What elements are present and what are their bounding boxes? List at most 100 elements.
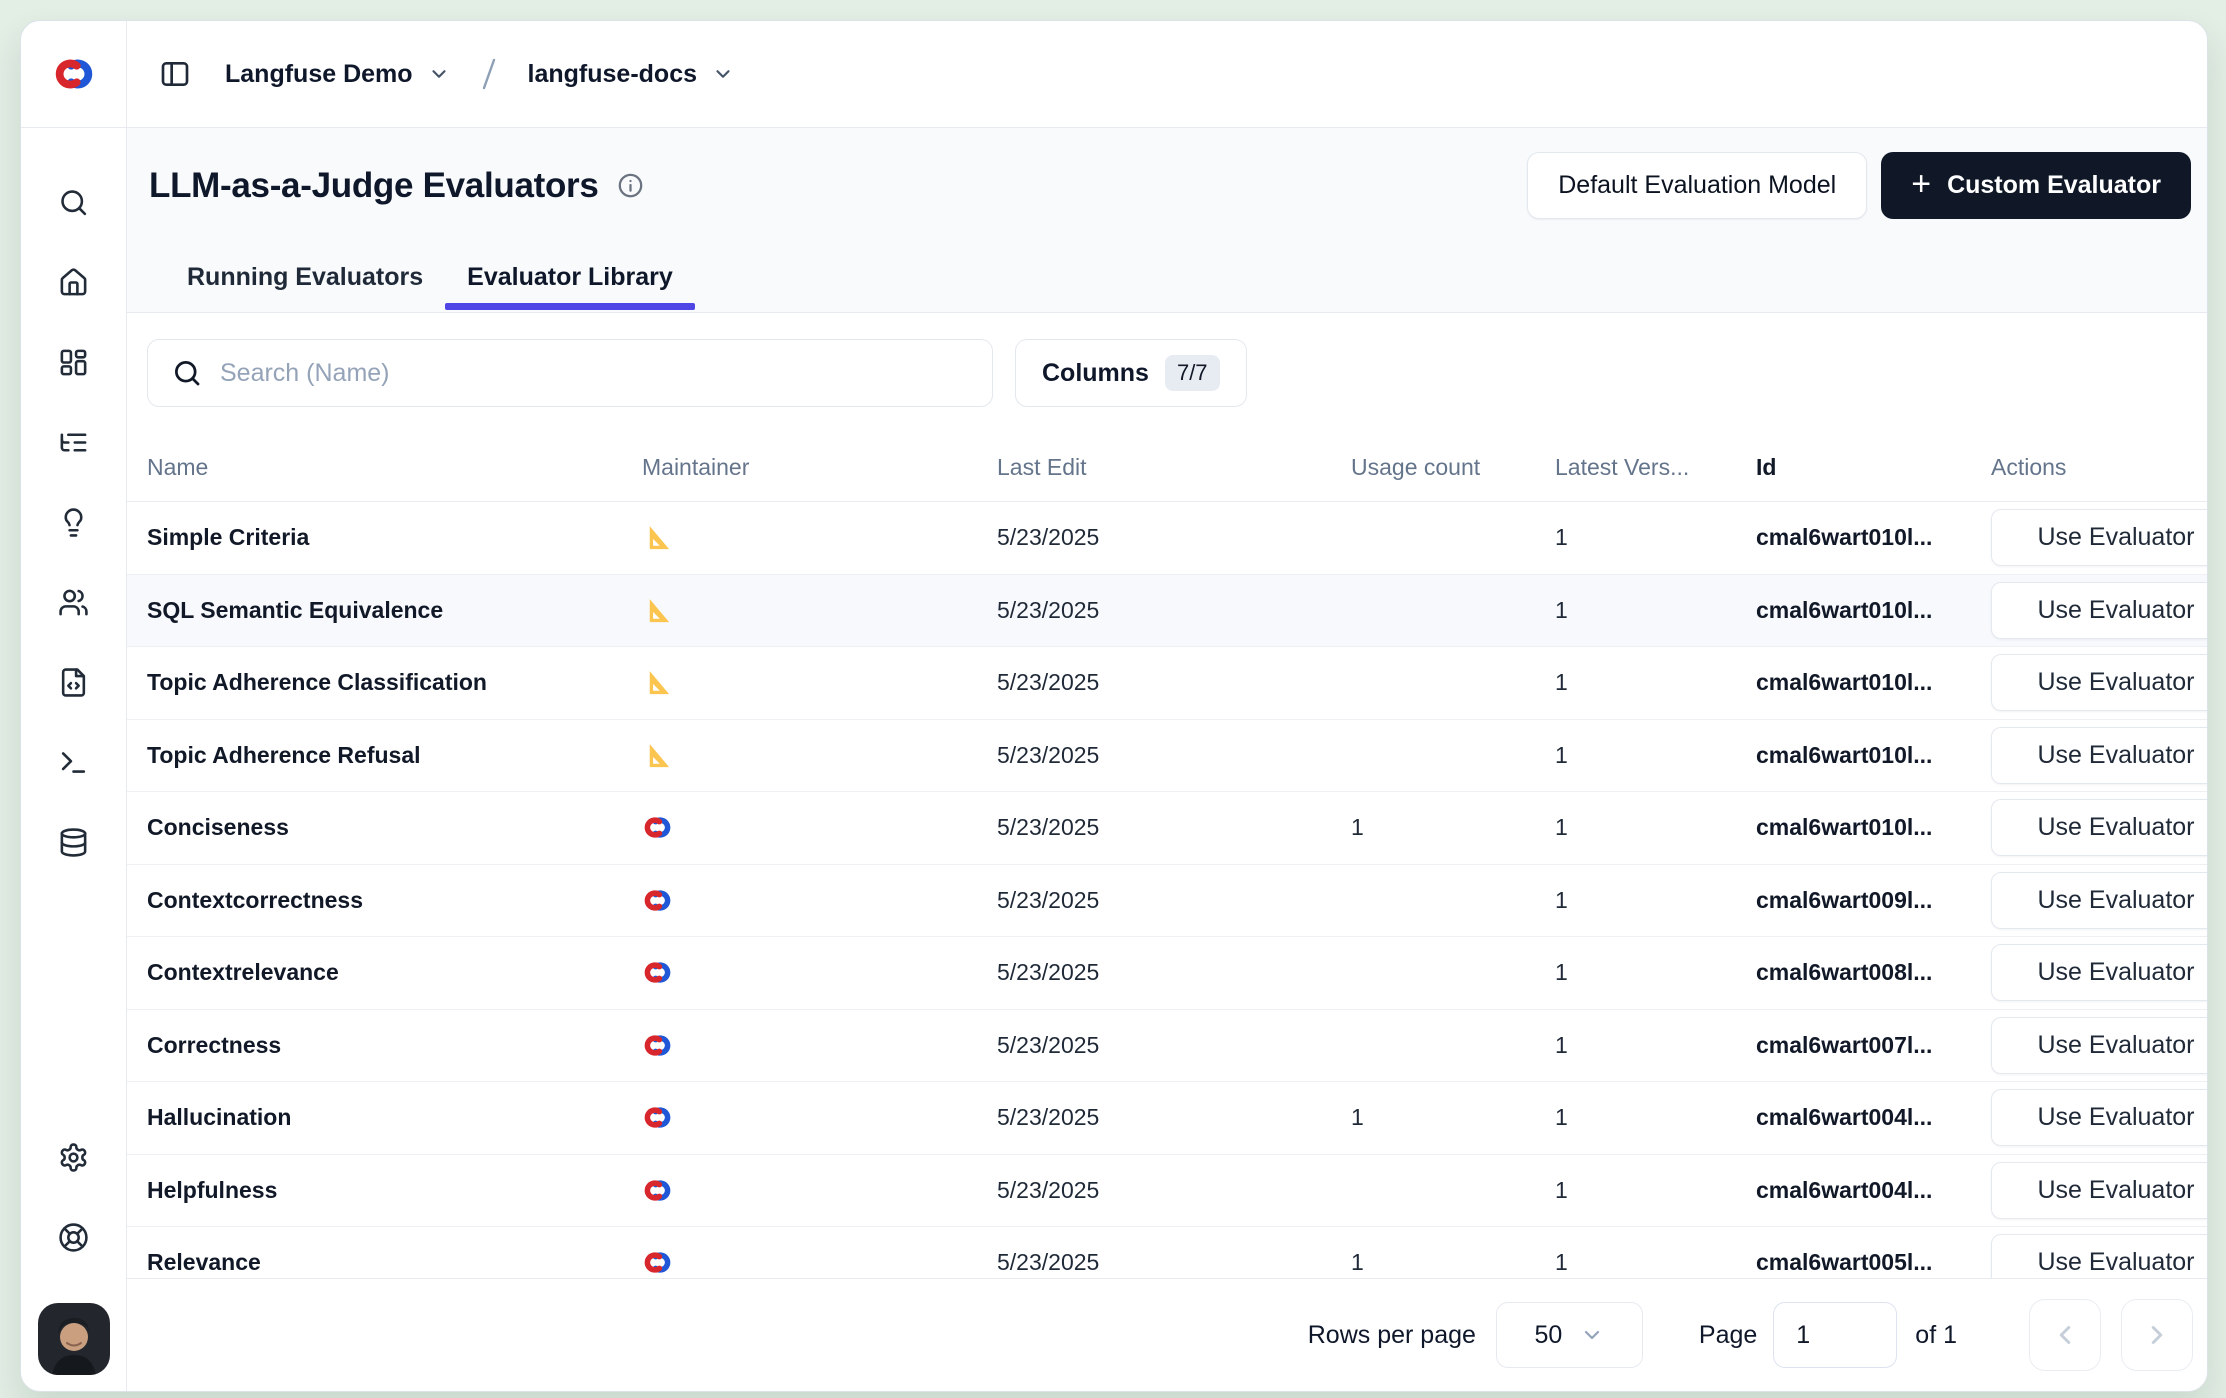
dashboard-icon <box>58 347 89 378</box>
page-title: LLM-as-a-Judge Evaluators <box>149 166 599 206</box>
evaluator-id-value: cmal6wart008l... <box>1756 959 1932 985</box>
evaluator-name: Simple Criteria <box>147 524 309 550</box>
evaluator-id-value: cmal6wart010l... <box>1756 814 1932 840</box>
sidebar-rail <box>21 128 127 1391</box>
last-edit-value: 5/23/2025 <box>997 524 1099 550</box>
sidebar-item-tracing[interactable] <box>34 402 114 482</box>
info-icon[interactable] <box>617 172 644 199</box>
pagination-footer: Rows per page 50 Page of 1 <box>127 1278 2207 1391</box>
latest-version-value: 1 <box>1555 887 1568 913</box>
org-name: Langfuse Demo <box>225 60 413 89</box>
project-name: langfuse-docs <box>528 60 697 89</box>
table-row[interactable]: Conciseness 5/23/2025 1 1 cmal6wart010l.… <box>127 792 2207 865</box>
database-icon <box>58 827 89 858</box>
previous-page-button[interactable] <box>2029 1299 2101 1371</box>
evaluator-id-value: cmal6wart010l... <box>1756 742 1932 768</box>
evaluator-name: Hallucination <box>147 1104 291 1130</box>
rows-per-page-select[interactable]: 50 <box>1496 1302 1643 1368</box>
latest-version-value: 1 <box>1555 959 1568 985</box>
columns-button[interactable]: Columns 7/7 <box>1015 339 1247 407</box>
column-header-name: Name <box>127 454 642 481</box>
sidebar-item-datasets[interactable] <box>34 802 114 882</box>
evaluator-id-value: cmal6wart004l... <box>1756 1177 1932 1203</box>
use-evaluator-button[interactable]: Use Evaluator <box>1991 944 2207 1001</box>
tab-evaluator-library[interactable]: Evaluator Library <box>445 263 695 312</box>
search-box[interactable] <box>147 339 993 407</box>
table-row[interactable]: Correctness 5/23/2025 1 cmal6wart007l...… <box>127 1010 2207 1083</box>
sidebar-item-users[interactable] <box>34 562 114 642</box>
table-row[interactable]: Contextrelevance 5/23/2025 1 cmal6wart00… <box>127 937 2207 1010</box>
langfuse-logo-icon <box>642 812 997 843</box>
evaluator-id-value: cmal6wart004l... <box>1756 1104 1932 1130</box>
table-row[interactable]: Simple Criteria 5/23/2025 1 cmal6wart010… <box>127 502 2207 575</box>
last-edit-value: 5/23/2025 <box>997 814 1099 840</box>
org-switcher[interactable]: Langfuse Demo <box>225 60 450 89</box>
langfuse-logo-icon <box>642 1030 997 1061</box>
langfuse-logo-icon <box>642 1102 997 1133</box>
sidebar-item-settings[interactable] <box>34 1117 114 1197</box>
main-content: LLM-as-a-Judge Evaluators Default Evalua… <box>127 128 2207 1391</box>
project-switcher[interactable]: langfuse-docs <box>528 60 734 89</box>
ragas-logo-icon <box>642 667 997 698</box>
user-avatar[interactable] <box>38 1303 110 1375</box>
gear-icon <box>58 1142 89 1173</box>
last-edit-value: 5/23/2025 <box>997 1032 1099 1058</box>
page-number-input[interactable] <box>1774 1321 1896 1350</box>
table-row[interactable]: Hallucination 5/23/2025 1 1 cmal6wart004… <box>127 1082 2207 1155</box>
sidebar-item-support[interactable] <box>34 1197 114 1277</box>
table-row[interactable]: Contextcorrectness 5/23/2025 1 cmal6wart… <box>127 865 2207 938</box>
default-evaluation-model-button[interactable]: Default Evaluation Model <box>1527 152 1867 219</box>
use-evaluator-button[interactable]: Use Evaluator <box>1991 799 2207 856</box>
latest-version-value: 1 <box>1555 669 1568 695</box>
last-edit-value: 5/23/2025 <box>997 1104 1099 1130</box>
latest-version-value: 1 <box>1555 1177 1568 1203</box>
usage-count-value: 1 <box>1351 1104 1364 1130</box>
use-evaluator-button[interactable]: Use Evaluator <box>1991 582 2207 639</box>
next-page-button[interactable] <box>2121 1299 2193 1371</box>
table-row[interactable]: SQL Semantic Equivalence 5/23/2025 1 cma… <box>127 575 2207 648</box>
use-evaluator-button[interactable]: Use Evaluator <box>1991 1162 2207 1219</box>
table-row[interactable]: Helpfulness 5/23/2025 1 cmal6wart004l...… <box>127 1155 2207 1228</box>
use-evaluator-button[interactable]: Use Evaluator <box>1991 509 2207 566</box>
evaluator-id-value: cmal6wart009l... <box>1756 887 1932 913</box>
last-edit-value: 5/23/2025 <box>997 1177 1099 1203</box>
latest-version-value: 1 <box>1555 597 1568 623</box>
sidebar-item-dashboards[interactable] <box>34 322 114 402</box>
sidebar-item-home[interactable] <box>34 242 114 322</box>
use-evaluator-button[interactable]: Use Evaluator <box>1991 654 2207 711</box>
column-header-latest-version: Latest Vers... <box>1555 454 1756 481</box>
table-row[interactable]: Topic Adherence Refusal 5/23/2025 1 cmal… <box>127 720 2207 793</box>
use-evaluator-button[interactable]: Use Evaluator <box>1991 727 2207 784</box>
use-evaluator-button[interactable]: Use Evaluator <box>1991 1089 2207 1146</box>
users-icon <box>58 587 89 618</box>
latest-version-value: 1 <box>1555 1249 1568 1275</box>
column-header-last-edit: Last Edit <box>997 454 1351 481</box>
evaluator-name: Topic Adherence Refusal <box>147 742 421 768</box>
evaluator-name: Topic Adherence Classification <box>147 669 487 695</box>
chevron-right-icon <box>2142 1320 2172 1350</box>
columns-count-badge: 7/7 <box>1165 355 1220 391</box>
ragas-logo-icon <box>642 740 997 771</box>
table-row[interactable]: Topic Adherence Classification 5/23/2025… <box>127 647 2207 720</box>
evaluator-id-value: cmal6wart010l... <box>1756 669 1932 695</box>
table-header-row: Name Maintainer Last Edit Usage count La… <box>127 433 2207 502</box>
topbar: Langfuse Demo langfuse-docs <box>21 21 2207 128</box>
last-edit-value: 5/23/2025 <box>997 1249 1099 1275</box>
sidebar-item-prompts[interactable] <box>34 642 114 722</box>
sidebar-toggle-button[interactable] <box>159 58 191 90</box>
tab-running-evaluators[interactable]: Running Evaluators <box>165 263 445 312</box>
tab-bar: Running Evaluators Evaluator Library <box>149 263 2191 312</box>
table-row[interactable]: Relevance 5/23/2025 1 1 cmal6wart005l...… <box>127 1227 2207 1278</box>
usage-count-value: 1 <box>1351 814 1364 840</box>
sidebar-item-evaluation[interactable] <box>34 482 114 562</box>
custom-evaluator-button[interactable]: + Custom Evaluator <box>1881 152 2191 219</box>
last-edit-value: 5/23/2025 <box>997 887 1099 913</box>
use-evaluator-button[interactable]: Use Evaluator <box>1991 1234 2207 1278</box>
sidebar-item-search[interactable] <box>34 162 114 242</box>
chevron-down-icon <box>1580 1323 1604 1347</box>
usage-count-value: 1 <box>1351 1249 1364 1275</box>
use-evaluator-button[interactable]: Use Evaluator <box>1991 872 2207 929</box>
sidebar-item-playground[interactable] <box>34 722 114 802</box>
use-evaluator-button[interactable]: Use Evaluator <box>1991 1017 2207 1074</box>
search-input[interactable] <box>220 359 968 388</box>
